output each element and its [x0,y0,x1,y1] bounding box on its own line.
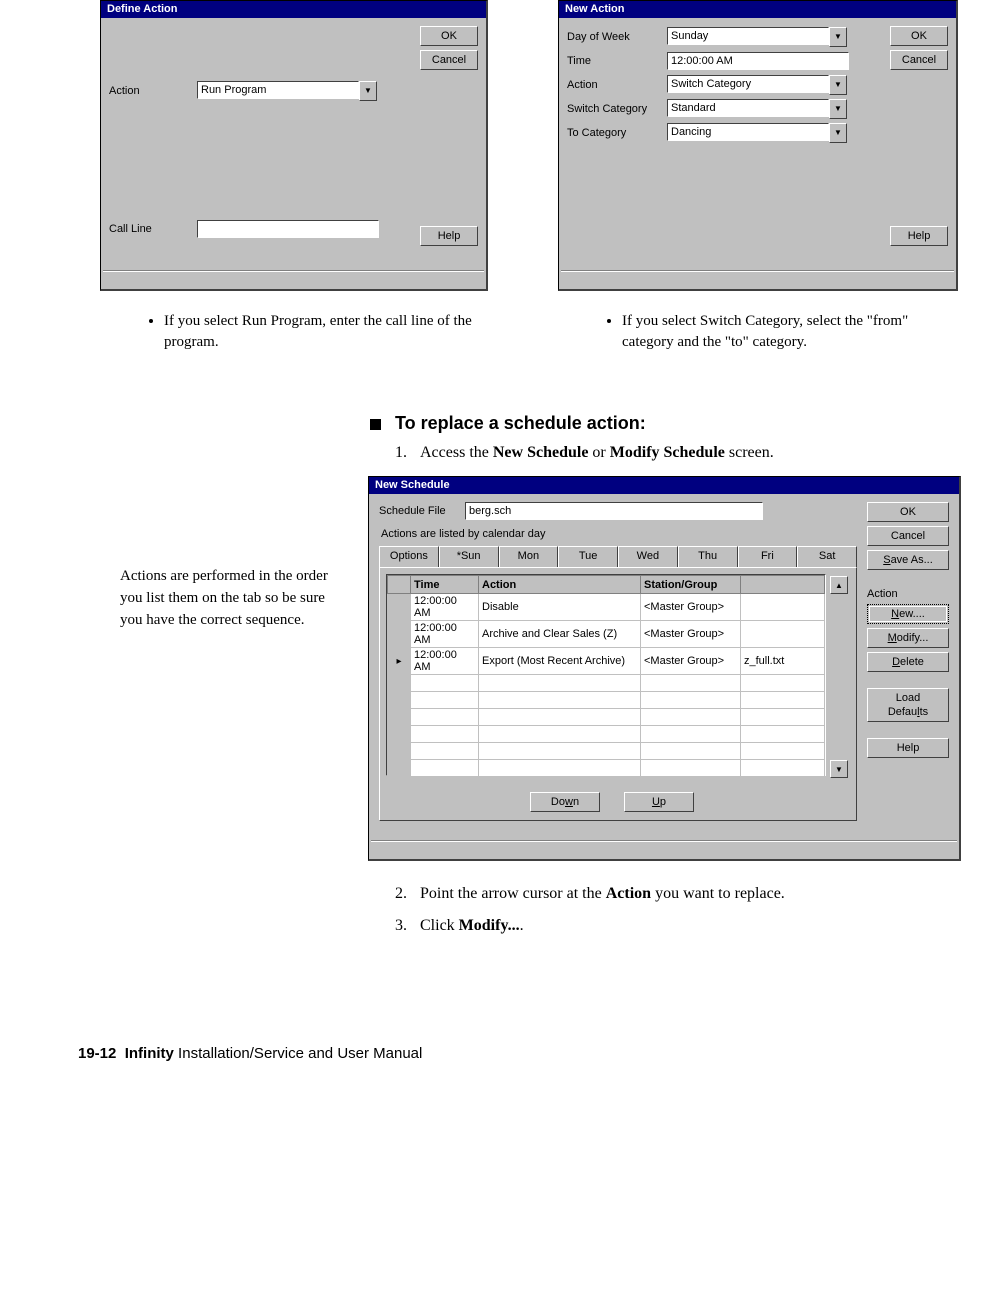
scroll-down-icon[interactable]: ▼ [830,760,848,778]
table-row[interactable] [388,692,825,709]
delete-button[interactable]: Delete [867,652,949,672]
action-label: Action [567,79,667,91]
col-station: Station/Group [641,576,741,594]
bullet-text-right: If you select Switch Category, select th… [622,311,952,353]
table-row[interactable] [388,760,825,777]
status-bar [371,840,957,857]
table-row[interactable]: ▸ 12:00:00 AM Export (Most Recent Archiv… [388,648,825,675]
to-category-combo[interactable]: Dancing [667,123,829,141]
load-defaults-button[interactable]: LoadDefaults [867,688,949,722]
schedule-note: Actions are listed by calendar day [381,528,857,540]
col-action: Action [479,576,641,594]
tab-wed[interactable]: Wed [618,546,678,567]
up-button[interactable]: Up [624,792,694,812]
bullet-text-left: If you select Run Program, enter the cal… [164,311,482,353]
tab-fri[interactable]: Fri [738,546,798,567]
new-button[interactable]: New.... [867,604,949,624]
scroll-up-icon[interactable]: ▲ [830,576,848,594]
down-button[interactable]: Down [530,792,600,812]
table-row[interactable] [388,743,825,760]
new-schedule-dialog: New Schedule OK Cancel Save As... Action… [368,476,961,861]
help-button[interactable]: Help [867,738,949,758]
col-time: Time [411,576,479,594]
schedule-file-label: Schedule File [379,505,465,517]
cancel-button[interactable]: Cancel [420,50,478,70]
call-line-label: Call Line [109,223,197,235]
new-schedule-title: New Schedule [369,477,959,494]
help-button[interactable]: Help [420,226,478,246]
chevron-down-icon[interactable]: ▼ [829,123,847,143]
call-line-input[interactable] [197,220,379,238]
day-of-week-label: Day of Week [567,31,667,43]
tab-sun[interactable]: *Sun [439,546,499,567]
tab-tue[interactable]: Tue [558,546,618,567]
action-combo[interactable]: Switch Category [667,75,829,93]
square-bullet-icon [370,419,381,430]
page-footer: 19-12 Infinity Installation/Service and … [78,1045,1004,1062]
page-number: 19-12 [78,1045,116,1062]
chevron-down-icon[interactable]: ▼ [829,27,847,47]
define-action-title: Define Action [101,1,486,18]
step-1: 1. Access the New Schedule or Modify Sch… [395,444,1004,462]
action-combo[interactable]: Run Program [197,81,359,99]
ok-button[interactable]: OK [890,26,948,46]
chevron-down-icon[interactable]: ▼ [829,75,847,95]
table-row[interactable] [388,709,825,726]
table-row[interactable]: 12:00:00 AM Disable <Master Group> [388,594,825,621]
step-2: 2. Point the arrow cursor at the Action … [395,885,1004,903]
schedule-file-input[interactable]: berg.sch [465,502,763,520]
new-action-dialog: New Action OK Cancel Day of Week Sunday … [558,0,958,291]
time-label: Time [567,55,667,67]
switch-category-label: Switch Category [567,103,667,115]
tab-thu[interactable]: Thu [678,546,738,567]
side-note: Actions are performed in the order you l… [120,476,330,631]
modify-button[interactable]: Modify... [867,628,949,648]
day-of-week-combo[interactable]: Sunday [667,27,829,45]
cancel-button[interactable]: Cancel [890,50,948,70]
table-row[interactable] [388,675,825,692]
switch-category-combo[interactable]: Standard [667,99,829,117]
to-category-label: To Category [567,127,667,139]
action-group-label: Action [867,586,949,600]
define-action-dialog: Define Action OK Cancel Action Run Progr… [100,0,488,291]
day-tabs: Options *Sun Mon Tue Wed Thu Fri Sat [379,546,857,567]
save-as-button[interactable]: Save As... [867,550,949,570]
chevron-down-icon[interactable]: ▼ [359,81,377,101]
status-bar [103,270,484,287]
help-button[interactable]: Help [890,226,948,246]
actions-grid[interactable]: Time Action Station/Group 12:00:00 AM Di [386,574,826,776]
cancel-button[interactable]: Cancel [867,526,949,546]
time-input[interactable]: 12:00:00 AM [667,52,849,70]
status-bar [561,270,954,287]
tab-sat[interactable]: Sat [797,546,857,567]
tab-options[interactable]: Options [379,546,439,567]
chevron-down-icon[interactable]: ▼ [829,99,847,119]
table-row[interactable] [388,726,825,743]
section-heading: To replace a schedule action: [395,413,646,434]
new-action-title: New Action [559,1,956,18]
table-row[interactable]: 12:00:00 AM Archive and Clear Sales (Z) … [388,621,825,648]
ok-button[interactable]: OK [867,502,949,522]
step-3: 3. Click Modify.... [395,917,1004,935]
table-row[interactable] [388,777,825,794]
ok-button[interactable]: OK [420,26,478,46]
action-label: Action [109,85,197,97]
tab-mon[interactable]: Mon [499,546,559,567]
